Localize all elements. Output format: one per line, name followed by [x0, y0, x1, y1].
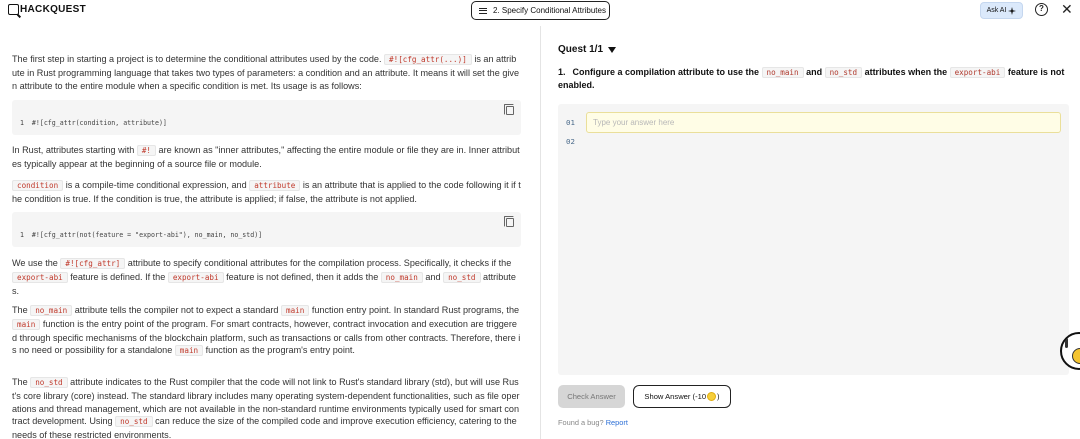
- inline-code: no_main: [30, 305, 73, 316]
- inline-code: export-abi: [949, 67, 1006, 78]
- quest-question: 1. Configure a compilation attribute to …: [558, 66, 1068, 92]
- question-number: 1.: [558, 67, 566, 77]
- logo-text: HACKQUEST: [20, 4, 87, 15]
- inline-code: no_std: [443, 271, 481, 283]
- inline-code: no_main: [380, 271, 423, 283]
- help-icon[interactable]: ?: [1035, 3, 1048, 16]
- lesson-paragraph-1: The first step in starting a project is …: [12, 53, 521, 92]
- code-line: 1 #![cfg_attr(condition, attribute)]: [20, 119, 167, 127]
- paragraph-text: feature is defined. If the: [70, 271, 166, 282]
- lesson-paragraph-6: The no_std attribute indicates to the Ru…: [12, 376, 521, 439]
- report-link[interactable]: Report: [606, 418, 628, 427]
- dropdown-triangle-icon: [608, 46, 617, 53]
- inline-code: condition: [12, 180, 64, 191]
- question-text: Configure a compilation attribute to use…: [572, 67, 760, 77]
- lesson-paragraph-4: We use the #![cfg_attr] attribute to spe…: [12, 257, 521, 297]
- inline-code: #![cfg_attr(...)]: [384, 54, 472, 65]
- lesson-paragraph-2: In Rust, attributes starting with #! are…: [12, 144, 521, 171]
- answer-input[interactable]: [586, 112, 1061, 133]
- question-text: and: [806, 67, 823, 77]
- inline-code: main: [12, 318, 41, 330]
- paragraph-text: is a compile-time conditional expression…: [65, 180, 247, 190]
- bug-report: Found a bug? Report: [558, 418, 628, 427]
- copy-icon[interactable]: [504, 216, 514, 227]
- copy-icon[interactable]: [504, 104, 514, 115]
- inline-code: no_std: [115, 416, 153, 428]
- code-line: 1 #![cfg_attr(not(feature = "export-abi"…: [20, 231, 263, 239]
- quest-selector[interactable]: Quest 1/1: [558, 44, 617, 55]
- paragraph-text: and: [425, 271, 441, 282]
- inline-code: attribute: [249, 180, 301, 191]
- line-number: 01: [566, 118, 575, 127]
- check-answer-button[interactable]: Check Answer: [558, 385, 625, 408]
- inline-code: export-abi: [12, 271, 68, 283]
- paragraph-text: function as the program's entry point.: [205, 345, 355, 356]
- ask-ai-label: Ask AI: [986, 7, 1007, 14]
- close-icon[interactable]: ✕: [1061, 1, 1073, 17]
- inline-code: main: [174, 345, 204, 357]
- paragraph-text: The: [12, 377, 28, 387]
- inline-code: #![cfg_attr]: [60, 258, 126, 269]
- paragraph-text: function entry point. In standard Rust p…: [311, 305, 520, 315]
- lesson-panel: The first step in starting a project is …: [0, 26, 540, 439]
- code-block: 1 #![cfg_attr(not(feature = "export-abi"…: [12, 212, 521, 247]
- bug-text: Found a bug?: [558, 418, 604, 427]
- line-number: 02: [566, 137, 575, 146]
- inline-code: export-abi: [167, 271, 224, 283]
- lesson-paragraph-3: condition is a compile-time conditional …: [12, 179, 521, 206]
- show-answer-button[interactable]: Show Answer (-10 ): [633, 385, 731, 408]
- inline-code: no_std: [30, 377, 68, 388]
- menu-icon: [479, 7, 487, 14]
- paragraph-text: attribute to specify conditional attribu…: [127, 258, 512, 268]
- quest-panel: Quest 1/1 1. Configure a compilation att…: [541, 26, 1080, 439]
- paragraph-text: We use the: [12, 258, 58, 268]
- logo-mark-icon: [8, 4, 19, 15]
- lesson-paragraph-5: The no_main attribute tells the compiler…: [12, 304, 521, 358]
- top-bar: HACKQUEST 2. Specify Conditional Attribu…: [0, 0, 1080, 26]
- task-title: 2. Specify Conditional Attributes: [493, 6, 606, 15]
- task-selector-button[interactable]: 2. Specify Conditional Attributes: [471, 1, 610, 20]
- coin-icon: [707, 392, 717, 401]
- logo[interactable]: HACKQUEST: [8, 4, 86, 15]
- paragraph-text: The: [12, 305, 28, 315]
- inline-code: main: [281, 305, 310, 316]
- quest-title: Quest 1/1: [558, 44, 604, 55]
- paragraph-text: In Rust, attributes starting with: [12, 145, 135, 155]
- inline-code: no_main: [761, 67, 804, 78]
- inline-code: #!: [136, 145, 157, 156]
- paragraph-text: feature is not defined, then it adds the: [226, 271, 379, 282]
- show-answer-label: Show Answer (-10: [644, 392, 707, 401]
- answer-editor[interactable]: 01 02: [558, 104, 1069, 375]
- ask-ai-button[interactable]: Ask AI: [980, 2, 1023, 19]
- show-answer-suffix: ): [717, 392, 720, 401]
- inline-code: no_std: [824, 67, 863, 78]
- code-block: 1 #![cfg_attr(condition, attribute)]: [12, 100, 521, 135]
- paragraph-text: The first step in starting a project is …: [12, 54, 382, 64]
- sparkle-icon: [1008, 6, 1017, 15]
- paragraph-text: attribute tells the compiler not to expe…: [74, 305, 279, 315]
- question-text: attributes when the: [864, 67, 948, 77]
